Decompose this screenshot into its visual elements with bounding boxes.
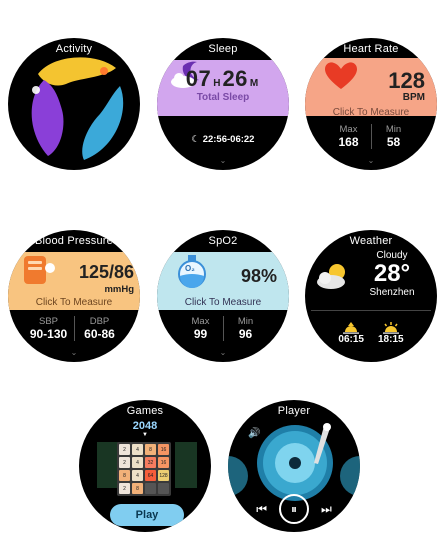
sbp-label: SBP [38,316,58,327]
game-tile: 8 [145,444,156,455]
sunrise: 06:15 [338,322,364,345]
spo2-click-to-measure[interactable]: Click To Measure [157,297,289,308]
weather-watch-face[interactable]: Weather Cloudy 28° Shenzhen 06:15 18:15 [305,230,437,362]
game-tile: 32 [145,457,156,468]
game-tile [145,483,156,494]
sleep-hours-unit: H [213,78,221,89]
sunrise-icon [343,322,360,334]
heart-max-label: Max [339,124,358,135]
weather-divider [311,310,431,311]
chevron-down-icon: ⌄ [219,348,227,357]
heart-click-to-measure[interactable]: Click To Measure [305,107,437,118]
blood-pressure-watch-face[interactable]: Blood Pressure 125/86 mmHg Click To Meas… [8,230,140,362]
games-watch-face[interactable]: Games 2048 ▼ 2 4 8 16 2 4 32 16 8 4 64 128 2 8 Play [79,400,211,532]
next-album-art [340,456,360,496]
spo2-minmax: Max 99 Min 96 [157,316,289,341]
pause-button[interactable]: ⏸ [279,494,309,524]
moon-icon: ☾ [191,134,201,145]
bp-value-group: 125/86 mmHg [8,262,140,295]
sleep-range: ☾ 22:56-06:22 [157,134,289,145]
game-tile: 16 [158,444,169,455]
sleep-watch-face[interactable]: Sleep 07 H26 M Total Sleep ☾ 22:56-06:22 ⌄ [157,38,289,170]
activity-rings-icon [31,57,124,160]
sleep-hours: 07 [185,66,212,91]
game-tile: 4 [132,444,143,455]
spo2-value: 98% [240,266,277,286]
game-tile: 8 [132,483,143,494]
sleep-minutes-unit: M [249,78,259,89]
game-tile: 2 [119,483,130,494]
game-tile: 4 [132,457,143,468]
heart-min-label: Min [385,124,402,135]
game-tile: 2 [119,444,130,455]
dbp-range: 60-86 [84,327,115,341]
bp-title: Blood Pressure [34,235,113,247]
heart-minmax: Max 168 Min 58 [305,124,437,149]
sunset: 18:15 [378,322,404,345]
sun-times: 06:15 18:15 [305,322,437,345]
sbp-range: 90-130 [29,327,68,341]
play-button[interactable]: Play [110,504,184,526]
sleep-duration: 07 H26 M Total Sleep [157,66,289,103]
bp-ranges: SBP 90-130 DBP 60-86 [8,316,140,341]
spo2-max-value: 99 [193,327,208,341]
chevron-down-icon: ⌄ [70,348,78,357]
spo2-min-label: Min [237,316,254,327]
game-tile: 8 [119,470,130,481]
spo2-title: SpO2 [208,235,238,247]
chevron-down-icon: ⌄ [367,156,375,165]
spo2-min-value: 96 [238,327,253,341]
heart-value-group: 128 BPM [305,68,437,103]
game-tile: 4 [132,470,143,481]
bp-unit: mmHg [104,284,134,295]
heart-rate-watch-face[interactable]: Heart Rate 128 BPM Click To Measure Max … [305,38,437,170]
weather-title: Weather [349,235,393,247]
game-preview-right [175,442,197,488]
spo2-max-label: Max [191,316,210,327]
heart-rate-unit: BPM [402,92,425,103]
caret-down-icon: ▼ [142,432,148,438]
game-preview-left [97,442,119,488]
player-controls: ⏮ ⏸ ⏭ [228,494,360,524]
game-tile: 128 [158,470,169,481]
bp-value: 125/86 [78,262,134,282]
chevron-down-icon: ⌄ [219,156,227,165]
sunrise-time: 06:15 [338,334,364,345]
game-name: 2048 [132,420,158,432]
weather-city: Shenzhen [369,287,415,298]
game-tile: 64 [145,470,156,481]
previous-track-icon[interactable]: ⏮ [256,502,267,517]
sunset-icon [382,322,399,334]
games-title: Games [126,405,164,417]
sunset-time: 18:15 [378,334,404,345]
bp-click-to-measure[interactable]: Click To Measure [8,297,140,308]
game-tile [158,483,169,494]
player-watch-face[interactable]: Player 🔊 ⏮ ⏸ ⏭ [228,400,360,532]
next-track-icon[interactable]: ⏭ [321,502,332,517]
total-sleep-label: Total Sleep [196,92,250,103]
heart-rate-value: 128 [388,68,425,93]
pause-icon: ⏸ [290,501,297,516]
weather-temperature: 28° [373,260,411,287]
prev-album-art [228,456,248,496]
spo2-watch-face[interactable]: SpO2 O₂ 98% Click To Measure Max 99 Min … [157,230,289,362]
heart-min-value: 58 [386,135,401,149]
player-title: Player [277,405,311,417]
game-board: 2 4 8 16 2 4 32 16 8 4 64 128 2 8 [117,442,171,496]
weather-info: Cloudy 28° Shenzhen [357,250,427,298]
game-tile: 16 [158,457,169,468]
dbp-label: DBP [89,316,110,327]
sleep-minutes: 26 [222,66,248,91]
activity-watch-face[interactable]: Activity [8,38,140,170]
sleep-range-text: 22:56-06:22 [202,134,255,145]
sleep-title: Sleep [208,43,238,55]
cloudy-sun-icon [317,264,345,289]
game-tile: 2 [119,457,130,468]
heart-rate-title: Heart Rate [343,43,399,55]
heart-max-value: 168 [338,135,359,149]
